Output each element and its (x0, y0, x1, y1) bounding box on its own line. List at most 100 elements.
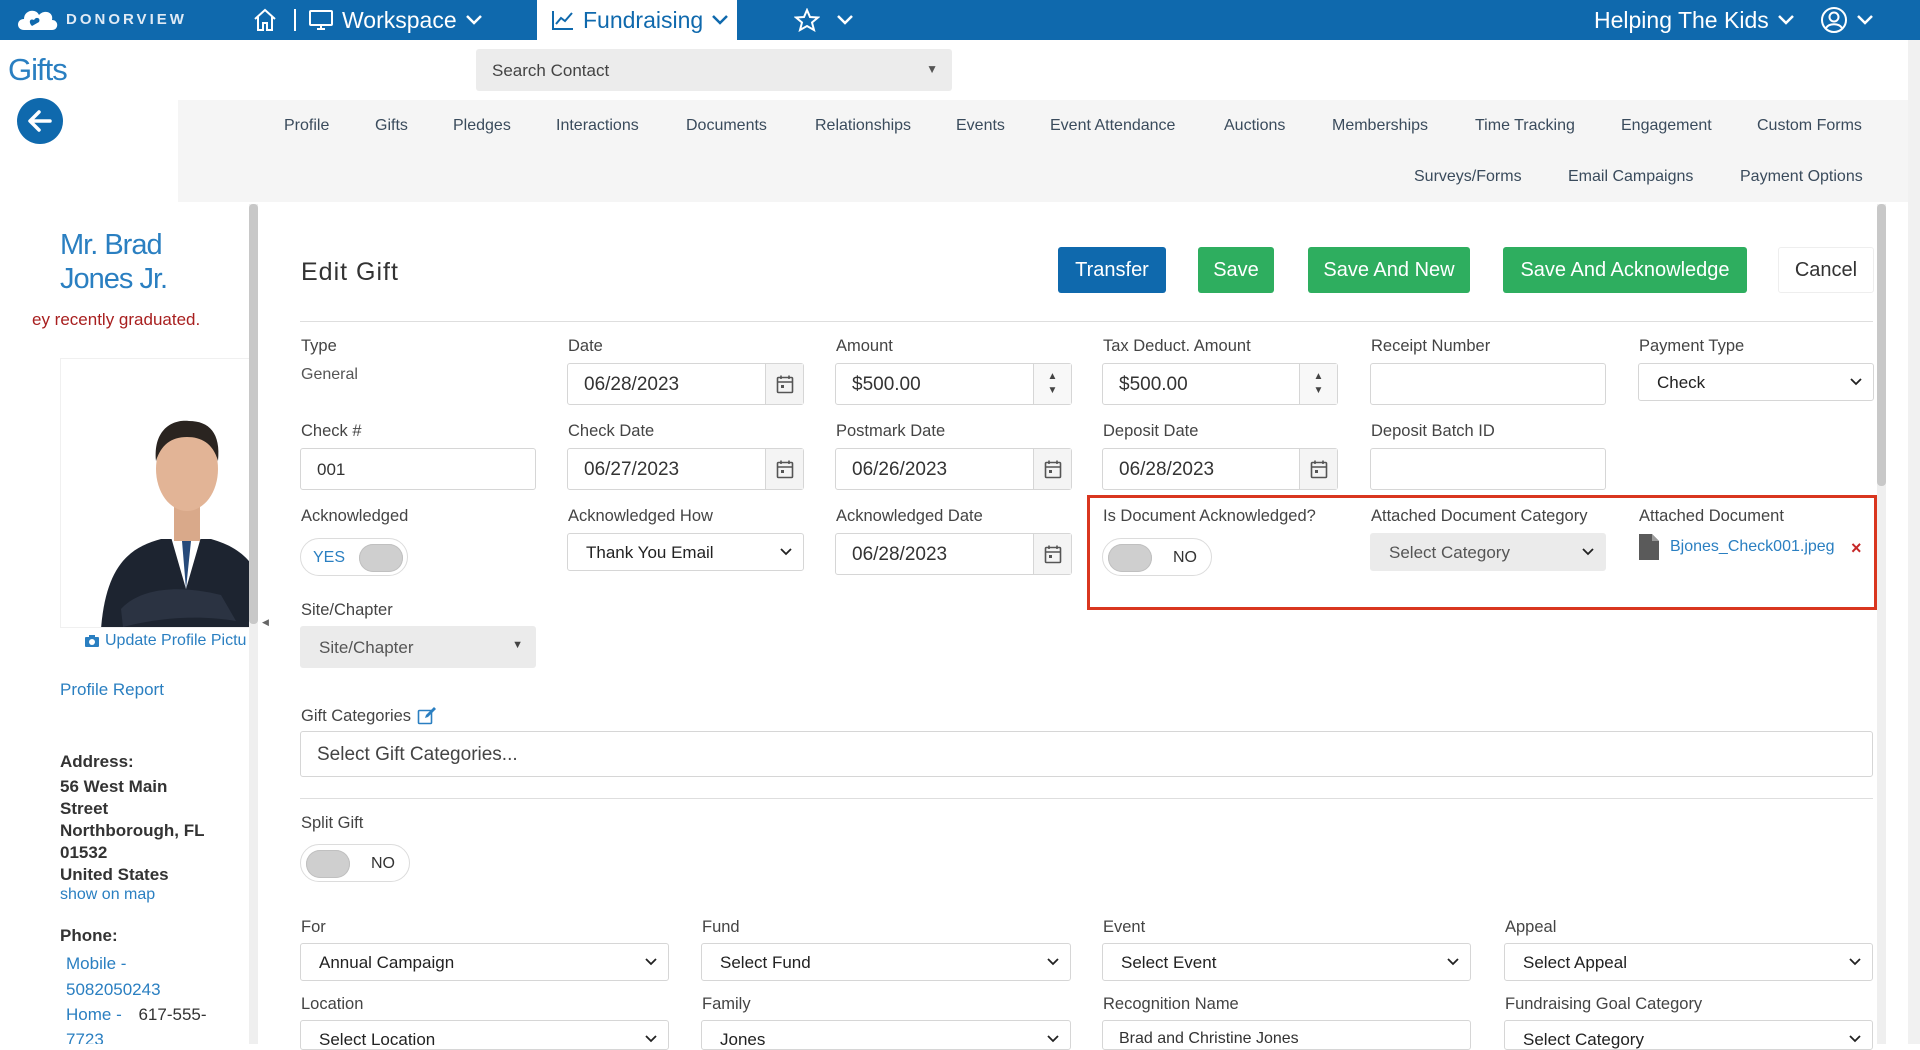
tab-documents[interactable]: Documents (686, 117, 767, 135)
tab-profile[interactable]: Profile (284, 117, 329, 135)
tab-custom-forms[interactable]: Custom Forms (1757, 117, 1862, 135)
split-gift-toggle[interactable]: NO (300, 844, 410, 882)
spin-up-icon[interactable]: ▲ (1314, 370, 1324, 384)
home-phone-number[interactable]: 617-555- (138, 1005, 206, 1024)
family-select[interactable]: Jones (701, 1020, 1071, 1050)
tab-auctions[interactable]: Auctions (1224, 117, 1285, 135)
chevron-down-icon (645, 958, 657, 966)
sidebar-scrollbar-thumb[interactable] (249, 204, 258, 624)
payment-type-select[interactable]: Check (1638, 363, 1874, 401)
deposit-date-input[interactable]: 06/28/2023 (1102, 448, 1338, 490)
attached-document-file[interactable]: Bjones_Check001.jpeg (1638, 533, 1835, 561)
save-and-acknowledge-button[interactable]: Save And Acknowledge (1503, 247, 1747, 293)
home-button[interactable] (252, 0, 278, 40)
spin-up-icon[interactable]: ▲ (1048, 370, 1058, 384)
address-line: Street (60, 799, 109, 818)
calendar-icon[interactable] (765, 449, 803, 489)
check-date-value: 06/27/2023 (584, 459, 680, 480)
appeal-label: Appeal (1505, 918, 1557, 936)
site-chapter-select[interactable]: Site/Chapter ▼ (300, 626, 536, 668)
check-number-input[interactable]: 001 (300, 448, 536, 490)
workspace-menu[interactable]: Workspace (308, 0, 483, 40)
payment-type-value: Check (1657, 373, 1706, 392)
acknowledged-toggle[interactable]: YES (300, 538, 408, 576)
acknowledged-label: Acknowledged (301, 507, 409, 525)
fund-value: Select Fund (720, 953, 811, 972)
recognition-name-input[interactable]: Brad and Christine Jones (1102, 1020, 1471, 1050)
tab-memberships[interactable]: Memberships (1332, 117, 1428, 135)
tab-event-attendance[interactable]: Event Attendance (1050, 117, 1175, 135)
back-button[interactable] (17, 98, 63, 144)
address-line: Northborough, FL (60, 821, 205, 840)
check-date-input[interactable]: 06/27/2023 (567, 448, 804, 490)
contact-name[interactable]: Mr. Brad Jones Jr. (60, 228, 168, 296)
window-scrollbar[interactable] (1908, 40, 1920, 1044)
document-category-select[interactable]: Select Category (1370, 533, 1606, 571)
collapse-sidebar-icon[interactable]: ◀ (262, 617, 269, 628)
tax-spinner[interactable]: ▲ ▼ (1299, 364, 1337, 404)
brand-logo[interactable]: DONORVIEW (14, 4, 187, 34)
appeal-select[interactable]: Select Appeal (1504, 943, 1873, 981)
save-and-new-button[interactable]: Save And New (1308, 247, 1470, 293)
tax-deductible-input[interactable]: $500.00 ▲ ▼ (1102, 363, 1338, 405)
fundraising-goal-category-select[interactable]: Select Category (1504, 1020, 1873, 1050)
cancel-button[interactable]: Cancel (1778, 247, 1874, 293)
tab-relationships[interactable]: Relationships (815, 117, 911, 135)
profile-report-link[interactable]: Profile Report (60, 680, 164, 700)
mobile-phone-number[interactable]: 5082050243 (66, 980, 161, 1000)
tab-events[interactable]: Events (956, 117, 1005, 135)
chevron-down-icon (1582, 548, 1594, 556)
fundraising-menu[interactable]: Fundraising (537, 0, 737, 40)
attached-document-link[interactable]: Bjones_Check001.jpeg (1670, 538, 1835, 556)
calendar-icon[interactable] (765, 364, 803, 404)
gift-categories-input[interactable]: Select Gift Categories... (300, 731, 1873, 777)
tab-engagement[interactable]: Engagement (1621, 117, 1712, 135)
amount-spinner[interactable]: ▲ ▼ (1033, 364, 1071, 404)
acknowledged-how-select[interactable]: Thank You Email (567, 533, 804, 571)
spin-down-icon[interactable]: ▼ (1048, 384, 1058, 398)
chevron-down-icon (1849, 958, 1861, 966)
date-input[interactable]: 06/28/2023 (567, 363, 804, 405)
search-contact-dropdown[interactable]: Search Contact ▼ (476, 49, 952, 91)
amount-input[interactable]: $500.00 ▲ ▼ (835, 363, 1072, 405)
contact-name-line2: Jones Jr. (60, 263, 168, 295)
location-select[interactable]: Select Location (300, 1020, 669, 1050)
tab-interactions[interactable]: Interactions (556, 117, 639, 135)
remove-document-icon[interactable]: × (1851, 538, 1862, 559)
tab-email-campaigns[interactable]: Email Campaigns (1568, 168, 1693, 186)
receipt-number-input[interactable] (1370, 363, 1606, 405)
event-select[interactable]: Select Event (1102, 943, 1471, 981)
edit-icon[interactable] (417, 706, 437, 726)
recognition-name-label: Recognition Name (1103, 995, 1239, 1013)
calendar-icon[interactable] (1299, 449, 1337, 489)
deposit-batch-input[interactable] (1370, 448, 1606, 490)
form-scrollbar-thumb[interactable] (1877, 204, 1886, 486)
sidebar-scrollbar[interactable] (249, 204, 258, 1044)
tab-surveys-forms[interactable]: Surveys/Forms (1414, 168, 1522, 186)
calendar-icon[interactable] (1033, 534, 1071, 574)
tab-pledges[interactable]: Pledges (453, 117, 511, 135)
tab-payment-options[interactable]: Payment Options (1740, 168, 1863, 186)
tab-time-tracking[interactable]: Time Tracking (1475, 117, 1575, 135)
fund-select[interactable]: Select Fund (701, 943, 1071, 981)
acknowledged-date-value: 06/28/2023 (852, 544, 948, 565)
contact-note: ey recently graduated. (32, 310, 201, 329)
chevron-down-icon (1047, 958, 1059, 966)
update-profile-picture-link[interactable]: Update Profile Pictu (84, 632, 246, 650)
document-acknowledged-toggle[interactable]: NO (1102, 538, 1212, 576)
postmark-date-input[interactable]: 06/26/2023 (835, 448, 1072, 490)
tab-gifts[interactable]: Gifts (375, 117, 408, 135)
calendar-icon[interactable] (1033, 449, 1071, 489)
favorites-menu[interactable] (794, 0, 854, 40)
show-on-map-link[interactable]: show on map (60, 886, 155, 904)
form-scrollbar[interactable] (1877, 204, 1886, 1044)
spin-down-icon[interactable]: ▼ (1314, 384, 1324, 398)
acknowledged-date-input[interactable]: 06/28/2023 (835, 533, 1072, 575)
for-select[interactable]: Annual Campaign (300, 943, 669, 981)
user-account-menu[interactable] (1820, 0, 1874, 40)
transfer-button[interactable]: Transfer (1058, 247, 1166, 293)
acknowledged-date-label: Acknowledged Date (836, 507, 983, 525)
save-button[interactable]: Save (1198, 247, 1274, 293)
organization-menu[interactable]: Helping The Kids (1594, 0, 1795, 40)
location-label: Location (301, 995, 364, 1013)
